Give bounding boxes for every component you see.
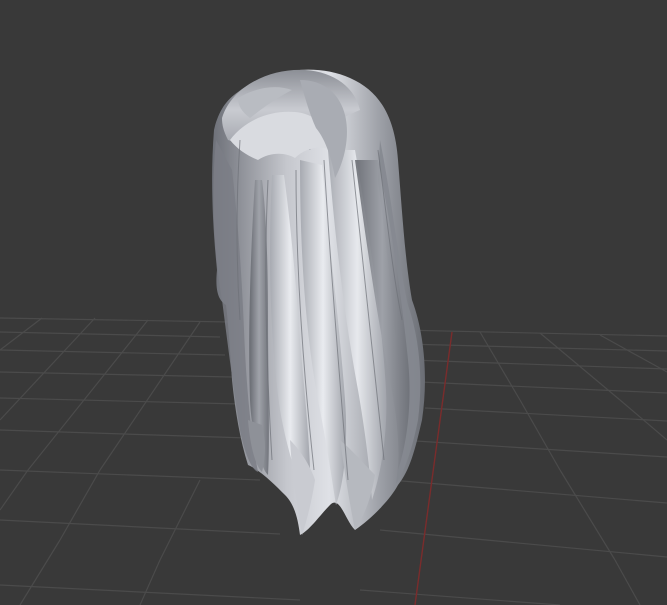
viewport-canvas[interactable] — [0, 0, 667, 605]
3d-viewport[interactable] — [0, 0, 667, 605]
hair-model[interactable] — [212, 69, 425, 536]
